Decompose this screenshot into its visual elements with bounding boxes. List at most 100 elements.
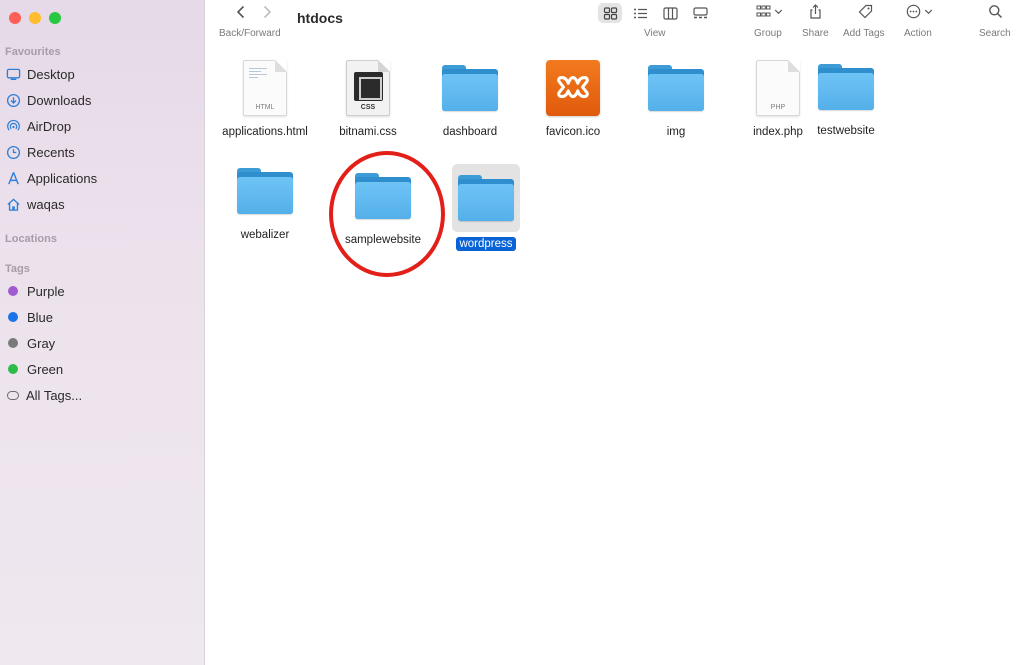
sidebar-item-label: Green	[27, 361, 64, 377]
minimize-window-button[interactable]	[29, 12, 41, 24]
folder-icon	[442, 65, 498, 111]
file-name: favicon.ico	[545, 126, 601, 138]
sidebar-item-label: Blue	[27, 309, 54, 325]
sidebar: Favourites Desktop Downloads AirDrop Rec…	[0, 0, 205, 665]
add-tags-caption: Add Tags	[843, 28, 885, 39]
file-name: img	[666, 126, 686, 138]
chevron-down-icon	[924, 9, 933, 15]
downloads-icon	[6, 93, 21, 107]
sidebar-item-label: Downloads	[27, 92, 92, 108]
group-caption: Group	[754, 28, 782, 39]
sidebar-item-downloads[interactable]: Downloads	[6, 89, 196, 111]
sidebar-tag-blue[interactable]: Blue	[6, 306, 196, 328]
column-view-button[interactable]	[658, 3, 682, 23]
icon-view-button[interactable]	[598, 3, 622, 23]
chevron-down-icon	[774, 9, 783, 15]
folder-item-img[interactable]: img	[621, 56, 731, 139]
folder-icon	[458, 175, 514, 221]
toolbar: Back/Forward htdocs View Group Share Add…	[205, 0, 1024, 46]
search-button[interactable]	[988, 4, 1003, 19]
green-tag-dot-icon	[8, 364, 18, 374]
sidebar-item-label: Recents	[27, 144, 75, 160]
file-icon-wrap	[233, 159, 297, 223]
sidebar-item-label: Desktop	[27, 66, 75, 82]
file-icon-wrap	[452, 164, 520, 232]
file-icon-wrap	[541, 56, 605, 120]
html-document-icon: HTML	[243, 60, 287, 116]
folder-icon	[648, 65, 704, 111]
folder-icon	[237, 168, 293, 214]
gray-tag-dot-icon	[8, 338, 18, 348]
back-chevron-icon[interactable]	[235, 5, 247, 19]
forward-chevron-icon[interactable]	[261, 5, 273, 19]
tags-heading: Tags	[5, 263, 30, 275]
share-button[interactable]	[808, 4, 823, 19]
sidebar-item-label: AirDrop	[27, 118, 72, 134]
purple-tag-dot-icon	[8, 286, 18, 296]
share-icon	[810, 4, 821, 19]
list-view-button[interactable]	[628, 3, 652, 23]
file-icon-wrap	[814, 55, 878, 119]
file-item-bitnami-css[interactable]: CSS bitnami.css	[313, 56, 423, 139]
file-icon-wrap: CSS	[336, 56, 400, 120]
folder-item-testwebsite[interactable]: testwebsite	[791, 55, 901, 138]
file-item-applications-html[interactable]: HTML applications.html	[210, 56, 320, 139]
window-title: htdocs	[297, 10, 343, 26]
airdrop-icon	[7, 119, 20, 131]
file-ext-label: CSS	[360, 104, 376, 111]
sidebar-item-recents[interactable]: Recents	[6, 141, 196, 163]
action-button[interactable]	[906, 4, 933, 19]
close-window-button[interactable]	[9, 12, 21, 24]
columns-icon	[662, 6, 678, 20]
file-name: applications.html	[222, 126, 308, 138]
home-icon	[7, 197, 20, 211]
search-caption: Search	[979, 28, 1011, 39]
file-name: bitnami.css	[339, 126, 397, 138]
back-forward-caption: Back/Forward	[219, 28, 281, 39]
sidebar-item-label: All Tags...	[26, 387, 83, 403]
search-icon	[989, 5, 1003, 19]
window-controls	[9, 12, 61, 24]
zoom-window-button[interactable]	[49, 12, 61, 24]
sidebar-item-airdrop[interactable]: AirDrop	[6, 115, 196, 137]
file-ext-label: HTML	[255, 104, 275, 111]
sidebar-tag-all[interactable]: All Tags...	[6, 384, 196, 406]
folder-item-webalizer[interactable]: webalizer	[210, 159, 320, 242]
folder-item-wordpress[interactable]: wordpress	[431, 164, 541, 251]
sidebar-item-label: Gray	[27, 335, 56, 351]
sidebar-item-label: Applications	[27, 170, 98, 186]
file-name-selected: wordpress	[456, 237, 516, 251]
ellipsis-circle-icon	[906, 4, 921, 19]
group-button[interactable]	[756, 4, 783, 19]
sidebar-item-applications[interactable]: Applications	[6, 167, 196, 189]
view-mode-group	[598, 3, 712, 23]
recents-icon	[6, 145, 21, 159]
sidebar-item-home[interactable]: waqas	[6, 193, 196, 215]
blue-tag-dot-icon	[8, 312, 18, 322]
sidebar-tag-green[interactable]: Green	[6, 358, 196, 380]
nav-arrows	[235, 5, 273, 19]
grid-icon	[603, 6, 617, 20]
file-icon-wrap	[438, 56, 502, 120]
group-grid-icon	[756, 5, 771, 17]
sidebar-item-desktop[interactable]: Desktop	[6, 63, 196, 85]
css-document-icon: CSS	[346, 60, 390, 116]
file-icon-wrap: HTML	[233, 56, 297, 120]
folder-item-dashboard[interactable]: dashboard	[415, 56, 525, 139]
file-name: testwebsite	[817, 125, 875, 137]
action-caption: Action	[904, 28, 932, 39]
highlight-circle-annotation	[329, 151, 445, 277]
sidebar-tag-purple[interactable]: Purple	[6, 280, 196, 302]
sidebar-item-label: Purple	[27, 283, 65, 299]
file-item-favicon-ico[interactable]: favicon.ico	[518, 56, 628, 139]
sidebar-tag-gray[interactable]: Gray	[6, 332, 196, 354]
favourites-heading: Favourites	[5, 46, 61, 58]
locations-heading: Locations	[5, 233, 57, 245]
folder-icon	[818, 64, 874, 110]
all-tags-icon	[7, 390, 19, 400]
view-caption: View	[644, 28, 666, 39]
add-tags-button[interactable]	[858, 4, 873, 19]
file-name: webalizer	[240, 229, 290, 241]
gallery-view-button[interactable]	[688, 3, 712, 23]
applications-icon	[8, 171, 19, 184]
